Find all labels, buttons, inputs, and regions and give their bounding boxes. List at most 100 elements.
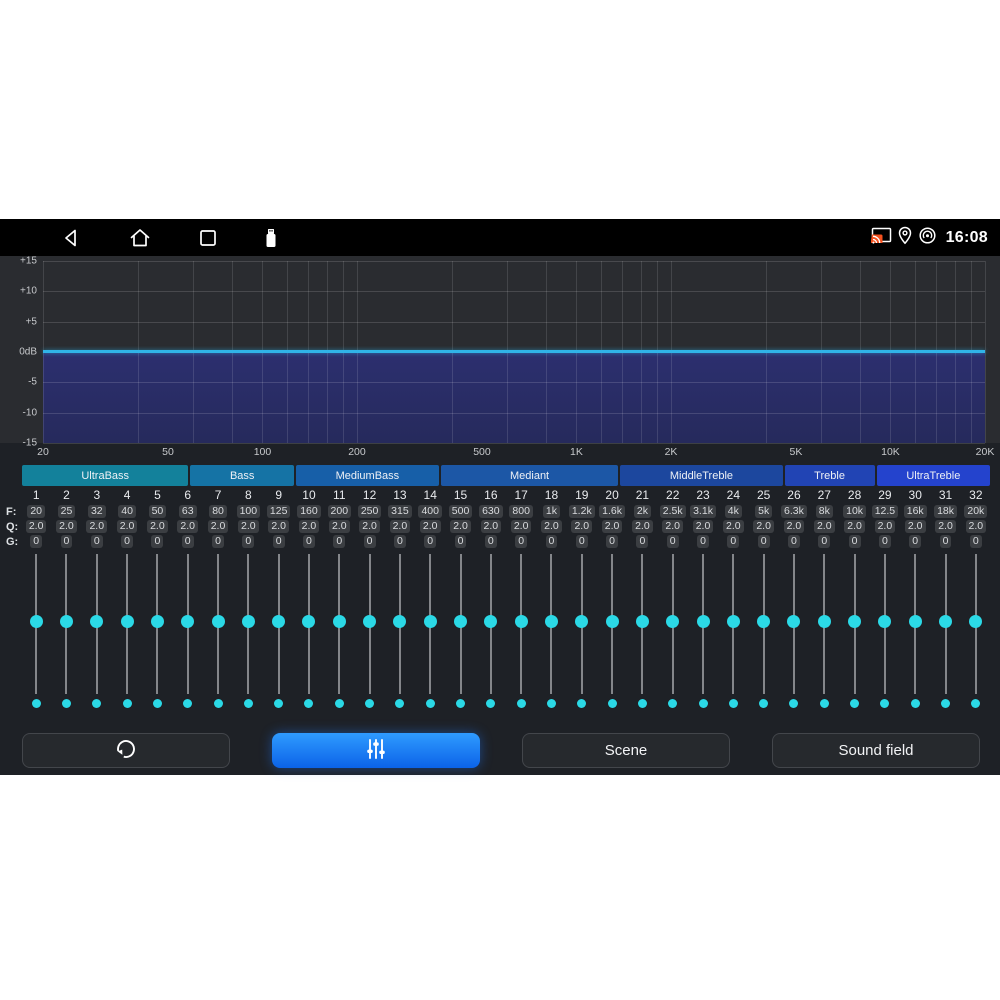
slider-knob[interactable] bbox=[242, 615, 255, 628]
slider-knob[interactable] bbox=[515, 615, 528, 628]
slider-knob[interactable] bbox=[606, 615, 619, 628]
slider-knob[interactable] bbox=[30, 615, 43, 628]
gain-slider[interactable] bbox=[354, 549, 384, 695]
eq-channel-column: 3118k2.00 bbox=[930, 486, 960, 709]
q-value-box: 2.0 bbox=[359, 520, 380, 533]
eq-channel-column: 266.3k2.00 bbox=[779, 486, 809, 709]
frequency-value-row: 250 bbox=[354, 504, 384, 519]
gain-value-row: 0 bbox=[476, 534, 506, 549]
gain-slider[interactable] bbox=[21, 549, 51, 695]
gain-slider[interactable] bbox=[51, 549, 81, 695]
frequency-value-box: 500 bbox=[449, 505, 473, 518]
eq-channel-column: 1202.00 bbox=[21, 486, 51, 709]
slider-knob[interactable] bbox=[151, 615, 164, 628]
slider-knob[interactable] bbox=[818, 615, 831, 628]
slider-knob[interactable] bbox=[424, 615, 437, 628]
gain-slider[interactable] bbox=[567, 549, 597, 695]
gain-slider[interactable] bbox=[688, 549, 718, 695]
sound-field-button[interactable]: Sound field bbox=[772, 733, 980, 768]
slider-knob[interactable] bbox=[878, 615, 891, 628]
gain-slider[interactable] bbox=[506, 549, 536, 695]
slider-knob[interactable] bbox=[484, 615, 497, 628]
slider-knob[interactable] bbox=[697, 615, 710, 628]
gain-slider[interactable] bbox=[870, 549, 900, 695]
gain-slider[interactable] bbox=[658, 549, 688, 695]
channel-number: 1 bbox=[33, 486, 40, 504]
scene-button[interactable]: Scene bbox=[522, 733, 730, 768]
slider-knob[interactable] bbox=[333, 615, 346, 628]
gain-slider[interactable] bbox=[203, 549, 233, 695]
slider-zero-marker-cell bbox=[961, 695, 991, 709]
slider-knob[interactable] bbox=[363, 615, 376, 628]
q-value-box: 2.0 bbox=[511, 520, 532, 533]
gain-value-box: 0 bbox=[879, 535, 891, 548]
slider-knob[interactable] bbox=[545, 615, 558, 628]
gain-slider[interactable] bbox=[173, 549, 203, 695]
slider-knob[interactable] bbox=[969, 615, 982, 628]
slider-knob[interactable] bbox=[393, 615, 406, 628]
gain-slider[interactable] bbox=[536, 549, 566, 695]
channel-number: 11 bbox=[333, 486, 345, 504]
slider-knob[interactable] bbox=[666, 615, 679, 628]
slider-knob[interactable] bbox=[909, 615, 922, 628]
grid-hline bbox=[43, 261, 985, 262]
gain-slider[interactable] bbox=[385, 549, 415, 695]
gain-slider[interactable] bbox=[294, 549, 324, 695]
reset-button[interactable] bbox=[22, 733, 230, 768]
gain-slider[interactable] bbox=[82, 549, 112, 695]
slider-knob[interactable] bbox=[60, 615, 73, 628]
frequency-value-box: 40 bbox=[118, 505, 136, 518]
gain-slider[interactable] bbox=[718, 549, 748, 695]
grid-hline bbox=[43, 382, 985, 383]
frequency-value-row: 800 bbox=[506, 504, 536, 519]
slider-knob[interactable] bbox=[636, 615, 649, 628]
band-header-treble: Treble bbox=[785, 465, 875, 486]
slider-zero-marker bbox=[820, 699, 829, 708]
slider-knob[interactable] bbox=[454, 615, 467, 628]
slider-knob[interactable] bbox=[121, 615, 134, 628]
slider-knob[interactable] bbox=[757, 615, 770, 628]
gain-slider[interactable] bbox=[264, 549, 294, 695]
eq-channel-column: 112002.00 bbox=[324, 486, 354, 709]
slider-knob[interactable] bbox=[848, 615, 861, 628]
slider-knob[interactable] bbox=[90, 615, 103, 628]
gain-slider[interactable] bbox=[809, 549, 839, 695]
gain-slider[interactable] bbox=[445, 549, 475, 695]
frequency-value-row: 3.1k bbox=[688, 504, 718, 519]
slider-knob[interactable] bbox=[727, 615, 740, 628]
recents-icon[interactable] bbox=[198, 228, 218, 248]
gain-slider[interactable] bbox=[415, 549, 445, 695]
slider-zero-marker-cell bbox=[294, 695, 324, 709]
frequency-value-row: 500 bbox=[445, 504, 475, 519]
gain-slider[interactable] bbox=[324, 549, 354, 695]
slider-knob[interactable] bbox=[212, 615, 225, 628]
gain-slider[interactable] bbox=[142, 549, 172, 695]
home-icon[interactable] bbox=[128, 227, 152, 249]
gain-slider[interactable] bbox=[233, 549, 263, 695]
slider-knob[interactable] bbox=[181, 615, 194, 628]
back-icon[interactable] bbox=[60, 227, 82, 249]
slider-zero-marker bbox=[880, 699, 889, 708]
slider-knob[interactable] bbox=[302, 615, 315, 628]
gain-slider[interactable] bbox=[930, 549, 960, 695]
q-value-box: 2.0 bbox=[390, 520, 411, 533]
q-value-box: 2.0 bbox=[299, 520, 320, 533]
db-tick-label: -15 bbox=[0, 438, 37, 449]
gain-slider[interactable] bbox=[627, 549, 657, 695]
equalizer-button[interactable] bbox=[272, 733, 480, 768]
gain-slider[interactable] bbox=[779, 549, 809, 695]
q-value-row: 2.0 bbox=[233, 519, 263, 534]
frequency-value-box: 1k bbox=[543, 505, 560, 518]
gain-slider[interactable] bbox=[476, 549, 506, 695]
gain-slider[interactable] bbox=[749, 549, 779, 695]
slider-knob[interactable] bbox=[575, 615, 588, 628]
gain-slider[interactable] bbox=[112, 549, 142, 695]
gain-slider[interactable] bbox=[839, 549, 869, 695]
slider-knob[interactable] bbox=[939, 615, 952, 628]
gain-slider[interactable] bbox=[597, 549, 627, 695]
q-value-row: 2.0 bbox=[415, 519, 445, 534]
slider-knob[interactable] bbox=[787, 615, 800, 628]
slider-knob[interactable] bbox=[272, 615, 285, 628]
gain-slider[interactable] bbox=[961, 549, 991, 695]
gain-slider[interactable] bbox=[900, 549, 930, 695]
